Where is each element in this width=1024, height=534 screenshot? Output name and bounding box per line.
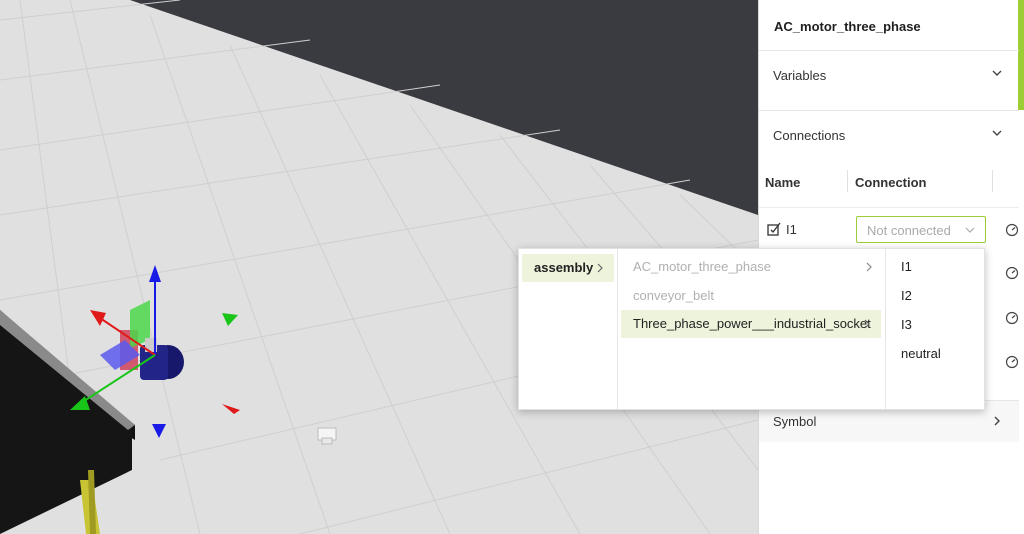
section-connections-label: Connections bbox=[773, 128, 846, 143]
dropdown-option-port-neutral[interactable]: neutral bbox=[889, 340, 981, 368]
dropdown-option-port-i2[interactable]: I2 bbox=[889, 282, 981, 310]
connection-row-name: I1 bbox=[786, 222, 797, 237]
dropdown-column-assemblies: assembly bbox=[519, 249, 618, 409]
gauge-icon[interactable] bbox=[1005, 266, 1019, 280]
dropdown-column-components: AC_motor_three_phase conveyor_belt Three… bbox=[618, 249, 886, 409]
connection-select[interactable]: Not connected bbox=[856, 216, 986, 243]
gauge-icon[interactable] bbox=[1005, 311, 1019, 325]
chevron-right-icon bbox=[597, 263, 603, 273]
dropdown-option-ac-motor[interactable]: AC_motor_three_phase bbox=[621, 253, 883, 281]
connection-select-value: Not connected bbox=[867, 223, 951, 238]
column-header-connection: Connection bbox=[855, 175, 927, 190]
dropdown-column-ports: I1 I2 I3 neutral bbox=[886, 249, 985, 409]
chevron-down-icon bbox=[992, 130, 1002, 136]
section-symbol-label: Symbol bbox=[773, 414, 817, 429]
section-connections[interactable]: Connections bbox=[759, 110, 1019, 170]
section-variables[interactable]: Variables bbox=[759, 50, 1019, 110]
dropdown-option-power-socket[interactable]: Three_phase_power___industrial_socket bbox=[621, 310, 881, 338]
column-divider bbox=[992, 170, 993, 192]
edit-checkbox-icon[interactable] bbox=[767, 222, 781, 236]
panel-title: AC_motor_three_phase bbox=[774, 19, 921, 34]
dropdown-option-conveyor-belt[interactable]: conveyor_belt bbox=[621, 282, 883, 310]
dropdown-option-port-i1[interactable]: I1 bbox=[889, 253, 981, 281]
column-header-name: Name bbox=[765, 175, 801, 190]
chevron-down-icon bbox=[992, 70, 1002, 76]
dropdown-option-assembly[interactable]: assembly bbox=[522, 254, 614, 282]
divider bbox=[759, 207, 1019, 208]
section-variables-label: Variables bbox=[773, 68, 827, 83]
chevron-right-icon bbox=[866, 262, 872, 272]
chevron-right-icon bbox=[994, 416, 1000, 426]
chevron-right-icon bbox=[864, 319, 870, 329]
gauge-icon[interactable] bbox=[1005, 355, 1019, 369]
chevron-down-icon bbox=[965, 227, 975, 233]
gauge-icon[interactable] bbox=[1005, 223, 1019, 237]
dropdown-option-port-i3[interactable]: I3 bbox=[889, 311, 981, 339]
connection-dropdown-menu: assembly AC_motor_three_phase conveyor_b… bbox=[518, 248, 985, 410]
column-divider bbox=[847, 170, 848, 192]
